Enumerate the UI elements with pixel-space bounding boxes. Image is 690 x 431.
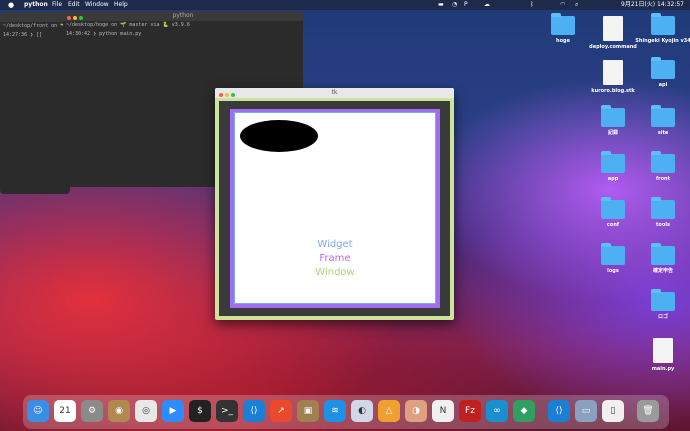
terminal-line: ~/desktop/front on 🌱: [3, 23, 67, 29]
desktop-icon-label: front: [655, 176, 671, 182]
tk-widget-canvas[interactable]: Widget Frame Window: [234, 112, 436, 304]
chrome-icon[interactable]: ◎: [135, 400, 157, 422]
folder-icon: [651, 57, 675, 79]
clock[interactable]: 9月21日(火) 14:32:57: [621, 0, 684, 10]
folder-icon: [601, 105, 625, 127]
arduino-icon[interactable]: ∞: [486, 400, 508, 422]
vscode2-icon[interactable]: ⟨⟩: [548, 400, 570, 422]
folder-icon: [601, 151, 625, 173]
finder-icon[interactable]: ☺: [27, 400, 49, 422]
tk-window-area: Widget Frame Window: [219, 101, 450, 316]
settings-icon[interactable]: ⚙: [81, 400, 103, 422]
chart-app-icon[interactable]: ↗: [270, 400, 292, 422]
tray-icon[interactable]: P: [464, 0, 468, 10]
doc-icon: [653, 338, 673, 363]
preview-icon[interactable]: ◑: [405, 400, 427, 422]
menu-window[interactable]: Window: [85, 0, 109, 10]
minimize-icon[interactable]: [73, 16, 77, 20]
zoom-icon[interactable]: [231, 93, 235, 97]
folder-icon: [601, 197, 625, 219]
desktop-icon-folder[interactable]: api: [633, 57, 690, 88]
tray-icon[interactable]: ◔: [452, 0, 457, 10]
desktop-icon-folder[interactable]: site: [633, 105, 690, 136]
folder-icon: [651, 151, 675, 173]
desktop-icon-folder[interactable]: Shingeki Kyojin v34: [633, 13, 690, 44]
diamond-app-icon[interactable]: ◆: [513, 400, 535, 422]
terminal-icon[interactable]: $: [189, 400, 211, 422]
close-icon[interactable]: [67, 16, 71, 20]
desktop-icon-label: Shingeki Kyojin v34: [635, 38, 690, 44]
desktop-icon-label: kuroro.blog.stk: [591, 88, 635, 94]
docker-icon[interactable]: ≋: [324, 400, 346, 422]
desktop-icon-folder[interactable]: 確定申告: [633, 243, 690, 274]
menu-help[interactable]: Help: [114, 0, 128, 10]
folder-icon: [651, 197, 675, 219]
label-widget: Widget: [317, 239, 353, 250]
apple-icon[interactable]: ●: [8, 0, 14, 10]
folder-icon: [651, 243, 675, 265]
contacts-icon[interactable]: ◉: [108, 400, 130, 422]
terminal-line: 14:27:36 ❯ []: [3, 32, 43, 38]
filezilla-icon[interactable]: Fz: [459, 400, 481, 422]
document-icon[interactable]: ▯: [602, 400, 624, 422]
black-oval: [240, 120, 318, 152]
proxyman-icon[interactable]: ◐: [351, 400, 373, 422]
doc-icon: [603, 16, 623, 41]
tk-title-bar[interactable]: tk: [215, 88, 454, 98]
zoom-icon[interactable]: [79, 16, 83, 20]
desktop-icon-label: tools: [656, 222, 670, 228]
search-icon[interactable]: ⌕: [575, 0, 578, 10]
tray-icon[interactable]: ▬: [438, 0, 444, 10]
wifi-icon[interactable]: ◠: [560, 0, 565, 10]
trash-icon[interactable]: 🗑: [637, 400, 659, 422]
desktop-icon-label: site: [657, 130, 669, 136]
desktop-icon-label: api: [658, 82, 668, 88]
terminal-line: ~/desktop/hoge on 🌱 master via 🐍 v3.9.6: [66, 22, 190, 28]
desktop-icon-label: ロゴ: [657, 314, 668, 320]
zoom-icon[interactable]: ▶: [162, 400, 184, 422]
desktop-icon-folder[interactable]: ロゴ: [633, 289, 690, 320]
menu-edit[interactable]: Edit: [68, 0, 80, 10]
folder-icon: [551, 13, 575, 35]
tk-window[interactable]: tk Widget Frame Window: [215, 88, 454, 320]
notion-icon[interactable]: N: [432, 400, 454, 422]
folder-icon: [651, 13, 675, 35]
folder-icon: [651, 105, 675, 127]
desktop-icon-folder[interactable]: front: [633, 151, 690, 182]
screenshot-icon[interactable]: ▭: [575, 400, 597, 422]
desktop-icon-label: deploy.command: [589, 44, 637, 50]
menu-app-name[interactable]: python: [24, 0, 48, 10]
tray-icon[interactable]: ☁: [484, 0, 490, 10]
label-frame: Frame: [319, 253, 351, 264]
folder-icon: [651, 289, 675, 311]
desktop-icon-folder[interactable]: tools: [633, 197, 690, 228]
label-window: Window: [315, 267, 355, 278]
dock: ☺ 21 ⚙ ◉ ◎ ▶ $ >_ ⟨⟩ ↗ ▣ ≋ ◐ △ ◑ N Fz ∞ ◆ ⟨⟩ ▭ ▯ 🗑: [23, 395, 669, 429]
bluetooth-icon[interactable]: ᛒ: [530, 0, 534, 10]
menu-file[interactable]: File: [52, 0, 62, 10]
calendar-icon[interactable]: 21: [54, 400, 76, 422]
close-icon[interactable]: [219, 93, 223, 97]
menu-bar: ● python File Edit Window Help ▬ ◔ P ☁ ᛒ…: [0, 0, 690, 10]
tk-title: tk: [331, 89, 338, 96]
folder-icon: [601, 243, 625, 265]
minimize-icon[interactable]: [225, 93, 229, 97]
desktop-icon-doc[interactable]: main.py: [633, 338, 690, 372]
terminal-line: 14:30:42 ❯ python main.py: [66, 31, 142, 37]
desktop-icon-label: 確定申告: [652, 268, 673, 274]
package-icon[interactable]: ▣: [297, 400, 319, 422]
terminal-title: python: [172, 12, 194, 19]
terminal2-icon[interactable]: >_: [216, 400, 238, 422]
vscode-icon[interactable]: ⟨⟩: [243, 400, 265, 422]
terminal-window-left[interactable]: ~/desktop/front on 🌱 14:27:36 ❯ []: [0, 12, 70, 194]
sourcetree-icon[interactable]: △: [378, 400, 400, 422]
doc-icon: [603, 60, 623, 85]
tk-frame: Widget Frame Window: [230, 109, 440, 308]
desktop-icon-label: main.py: [651, 366, 675, 372]
